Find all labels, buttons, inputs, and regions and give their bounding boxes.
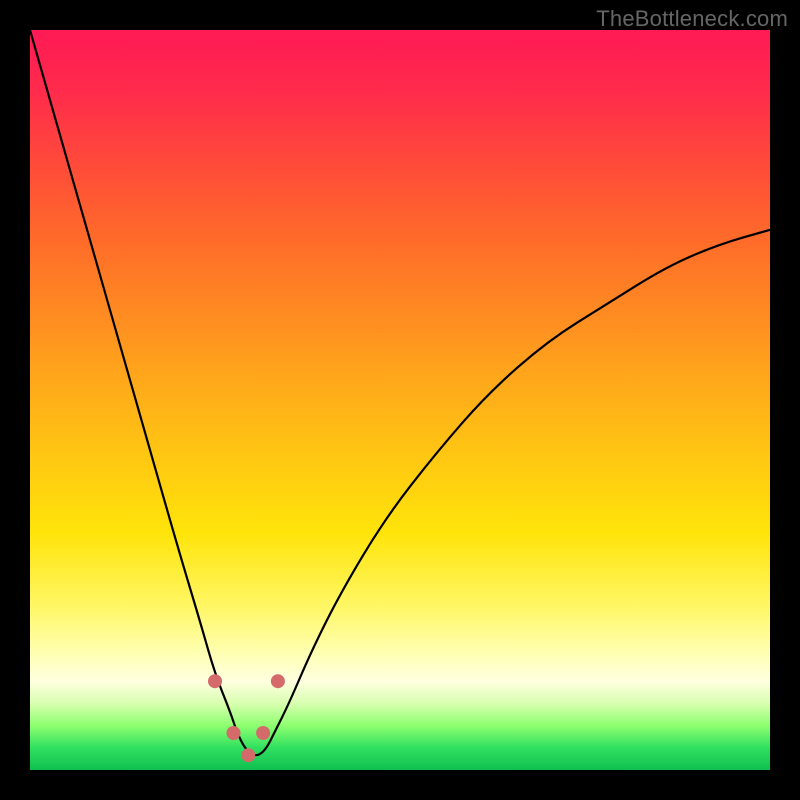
curve-node <box>227 726 241 740</box>
curve-node <box>256 726 270 740</box>
bottleneck-curve <box>30 30 770 755</box>
curve-node <box>241 748 255 762</box>
chart-frame: TheBottleneck.com <box>0 0 800 800</box>
curve-node <box>208 674 222 688</box>
watermark-label: TheBottleneck.com <box>596 6 788 32</box>
curve-svg <box>30 30 770 770</box>
plot-area <box>30 30 770 770</box>
curve-node <box>271 674 285 688</box>
